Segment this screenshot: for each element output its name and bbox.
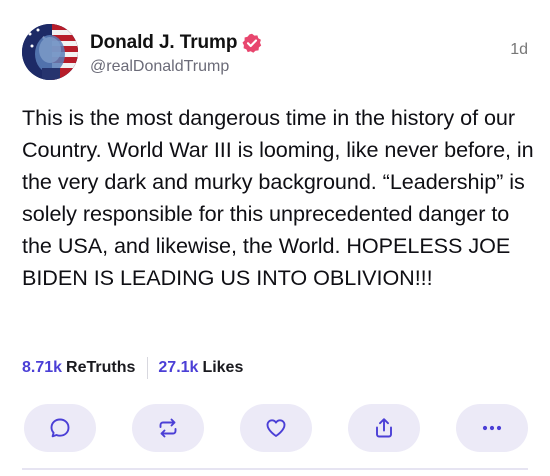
likes-label: Likes (202, 359, 244, 376)
likes-stat[interactable]: 27.1k Likes (158, 359, 243, 377)
retruths-stat[interactable]: 8.71k ReTruths (22, 359, 135, 377)
post-divider (22, 468, 528, 470)
reply-button[interactable] (24, 404, 96, 452)
post-body-text: This is the most dangerous time in the h… (22, 105, 534, 290)
post-stats: 8.71k ReTruths 27.1k Likes (22, 356, 243, 380)
author-display-name[interactable]: Donald J. Trump (90, 32, 237, 54)
author-name-row: Donald J. Trump (90, 32, 262, 54)
retruths-count: 8.71k (22, 359, 63, 376)
post-card: Donald J. Trump @realDonaldTrump 1d This… (0, 0, 550, 476)
post-timestamp[interactable]: 1d (510, 41, 528, 59)
heart-icon (266, 419, 286, 437)
comment-icon (50, 418, 70, 438)
verified-badge-icon (242, 33, 262, 53)
repost-icon (159, 418, 177, 438)
avatar[interactable] (22, 24, 78, 80)
more-button[interactable] (456, 404, 528, 452)
avatar-image (22, 24, 78, 80)
author-handle[interactable]: @realDonaldTrump (90, 58, 229, 76)
share-icon (376, 418, 392, 438)
post-header: Donald J. Trump @realDonaldTrump 1d (22, 24, 532, 84)
stats-divider (147, 357, 149, 379)
post-actions (24, 404, 528, 452)
retruths-label: ReTruths (66, 359, 136, 376)
like-button[interactable] (240, 404, 312, 452)
retruth-button[interactable] (132, 404, 204, 452)
share-button[interactable] (348, 404, 420, 452)
more-icon (482, 425, 502, 431)
likes-count: 27.1k (158, 359, 199, 376)
